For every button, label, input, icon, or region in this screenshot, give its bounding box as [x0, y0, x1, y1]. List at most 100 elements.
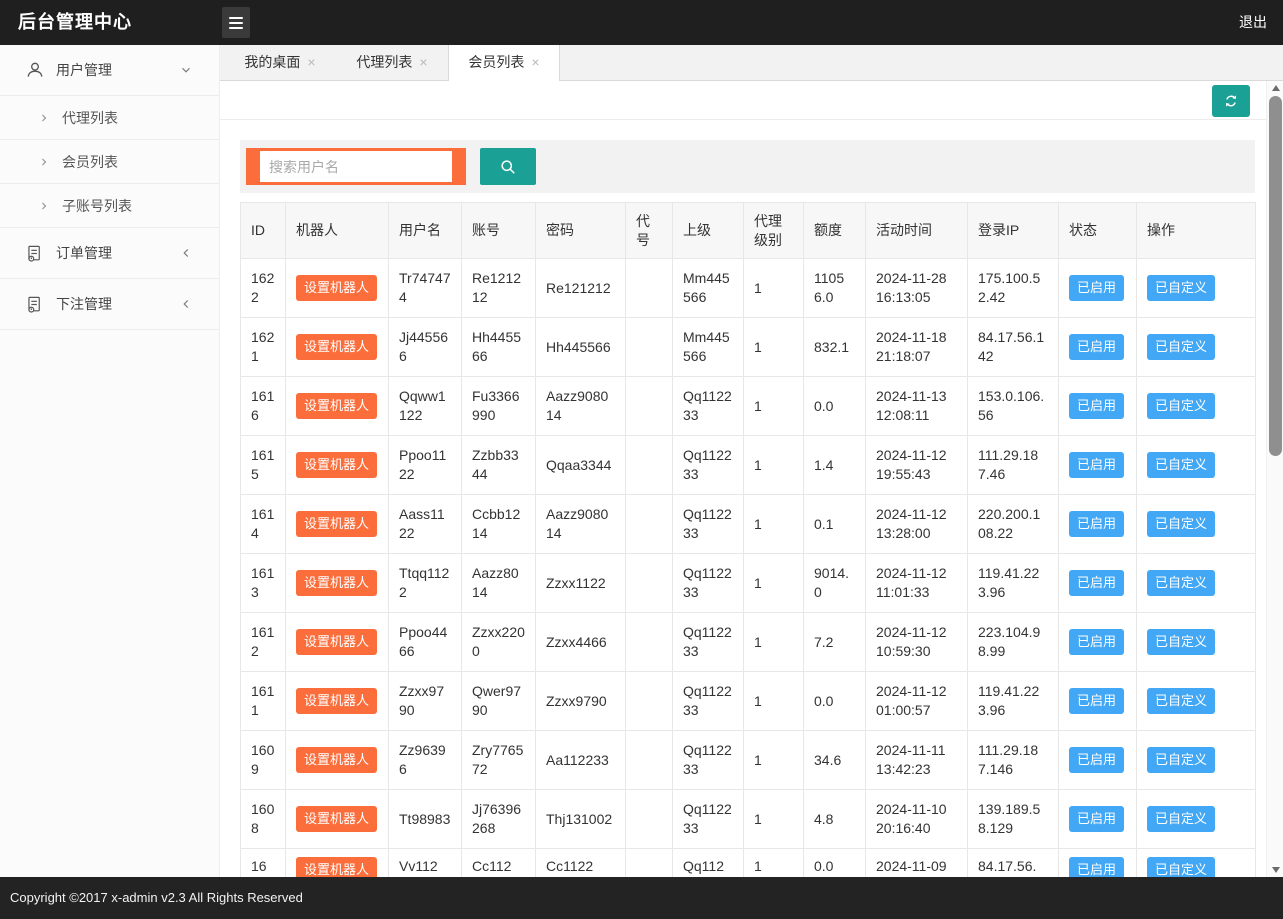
cell-code: [626, 377, 673, 436]
action-button[interactable]: 已自定义: [1147, 570, 1215, 596]
cell-username: Zzxx9790: [389, 672, 462, 731]
cell-time: 2024-11-11 13:42:23: [866, 731, 968, 790]
table-row: 1621设置机器人Jj445566Hh445566Hh445566Mm44556…: [241, 318, 1256, 377]
close-icon[interactable]: ×: [419, 54, 427, 70]
chevron-left-icon: [179, 246, 193, 260]
column-header: 上级: [673, 203, 744, 259]
cell-time: 2024-11-28 16:13:05: [866, 259, 968, 318]
set-robot-button[interactable]: 设置机器人: [296, 570, 377, 596]
action-button[interactable]: 已自定义: [1147, 806, 1215, 832]
cell-password: Aazz908014: [536, 495, 626, 554]
set-robot-button[interactable]: 设置机器人: [296, 857, 377, 877]
cell-status: 已启用: [1059, 318, 1137, 377]
action-button[interactable]: 已自定义: [1147, 452, 1215, 478]
cell-action: 已自定义: [1137, 849, 1256, 878]
sidebar-item-label: 代理列表: [62, 108, 118, 128]
scroll-up-icon[interactable]: [1267, 81, 1283, 95]
cell-robot: 设置机器人: [286, 259, 389, 318]
action-button[interactable]: 已自定义: [1147, 275, 1215, 301]
set-robot-button[interactable]: 设置机器人: [296, 334, 377, 360]
cell-password: Re121212: [536, 259, 626, 318]
cell-id: 1612: [241, 613, 286, 672]
cell-time: 2024-11-12 10:59:30: [866, 613, 968, 672]
status-button[interactable]: 已启用: [1069, 275, 1124, 301]
status-button[interactable]: 已启用: [1069, 747, 1124, 773]
action-button[interactable]: 已自定义: [1147, 393, 1215, 419]
sidebar-item-bet-management[interactable]: 下注管理: [0, 279, 219, 330]
action-button[interactable]: 已自定义: [1147, 629, 1215, 655]
cell-ip: 220.200.108.22: [968, 495, 1059, 554]
menu-toggle-button[interactable]: [222, 7, 250, 38]
sidebar-item-order-management[interactable]: 订单管理: [0, 228, 219, 279]
scroll-down-icon[interactable]: [1267, 863, 1283, 877]
search-toolbar: [240, 140, 1255, 193]
action-button[interactable]: 已自定义: [1147, 857, 1215, 877]
sidebar-item-member-list[interactable]: 会员列表: [0, 140, 219, 184]
cell-superior: Qq112: [673, 849, 744, 878]
status-button[interactable]: 已启用: [1069, 570, 1124, 596]
action-button[interactable]: 已自定义: [1147, 334, 1215, 360]
status-button[interactable]: 已启用: [1069, 452, 1124, 478]
cell-action: 已自定义: [1137, 436, 1256, 495]
cell-id: 16: [241, 849, 286, 878]
action-button[interactable]: 已自定义: [1147, 511, 1215, 537]
status-button[interactable]: 已启用: [1069, 334, 1124, 360]
set-robot-button[interactable]: 设置机器人: [296, 393, 377, 419]
status-button[interactable]: 已启用: [1069, 857, 1124, 877]
cell-quota: 0.1: [804, 495, 866, 554]
cell-code: [626, 790, 673, 849]
cell-password: Qqaa3344: [536, 436, 626, 495]
set-robot-button[interactable]: 设置机器人: [296, 629, 377, 655]
status-button[interactable]: 已启用: [1069, 393, 1124, 419]
logout-link[interactable]: 退出: [1239, 0, 1267, 45]
status-button[interactable]: 已启用: [1069, 511, 1124, 537]
cell-username: Jj445566: [389, 318, 462, 377]
cell-code: [626, 849, 673, 878]
tab-label: 会员列表: [468, 54, 524, 70]
cell-robot: 设置机器人: [286, 731, 389, 790]
set-robot-button[interactable]: 设置机器人: [296, 275, 377, 301]
close-icon[interactable]: ×: [307, 54, 315, 70]
scrollbar-thumb[interactable]: [1269, 96, 1282, 456]
search-input[interactable]: [260, 151, 452, 182]
cell-action: 已自定义: [1137, 672, 1256, 731]
action-button[interactable]: 已自定义: [1147, 688, 1215, 714]
sidebar-item-agent-list[interactable]: 代理列表: [0, 96, 219, 140]
cell-account: Zry776572: [462, 731, 536, 790]
user-icon: [25, 60, 45, 80]
sidebar-item-subaccount-list[interactable]: 子账号列表: [0, 184, 219, 228]
cell-superior: Qq112233: [673, 436, 744, 495]
search-button[interactable]: [480, 148, 536, 185]
cell-superior: Mm445566: [673, 318, 744, 377]
set-robot-button[interactable]: 设置机器人: [296, 452, 377, 478]
set-robot-button[interactable]: 设置机器人: [296, 747, 377, 773]
status-button[interactable]: 已启用: [1069, 806, 1124, 832]
cell-level: 1: [744, 259, 804, 318]
sidebar-item-user-management[interactable]: 用户管理: [0, 45, 219, 96]
set-robot-button[interactable]: 设置机器人: [296, 806, 377, 832]
cell-username: Qqww1122: [389, 377, 462, 436]
cell-time: 2024-11-12 01:00:57: [866, 672, 968, 731]
cell-ip: 84.17.56.142: [968, 318, 1059, 377]
cell-time: 2024-11-13 12:08:11: [866, 377, 968, 436]
cell-quota: 9014.0: [804, 554, 866, 613]
tab-member-list[interactable]: 会员列表 ×: [448, 45, 560, 81]
close-icon[interactable]: ×: [531, 54, 539, 70]
refresh-button[interactable]: [1212, 85, 1250, 117]
tab-agent-list[interactable]: 代理列表×: [336, 45, 448, 80]
tab-my-desktop[interactable]: 我的桌面×: [224, 45, 336, 80]
cell-action: 已自定义: [1137, 731, 1256, 790]
column-header: 状态: [1059, 203, 1137, 259]
column-header: 额度: [804, 203, 866, 259]
set-robot-button[interactable]: 设置机器人: [296, 688, 377, 714]
cell-robot: 设置机器人: [286, 790, 389, 849]
status-button[interactable]: 已启用: [1069, 629, 1124, 655]
cell-account: Zzxx2200: [462, 613, 536, 672]
column-header: 账号: [462, 203, 536, 259]
column-header: 代理级别: [744, 203, 804, 259]
set-robot-button[interactable]: 设置机器人: [296, 511, 377, 537]
action-button[interactable]: 已自定义: [1147, 747, 1215, 773]
cell-action: 已自定义: [1137, 790, 1256, 849]
status-button[interactable]: 已启用: [1069, 688, 1124, 714]
vertical-scrollbar[interactable]: [1266, 81, 1283, 877]
